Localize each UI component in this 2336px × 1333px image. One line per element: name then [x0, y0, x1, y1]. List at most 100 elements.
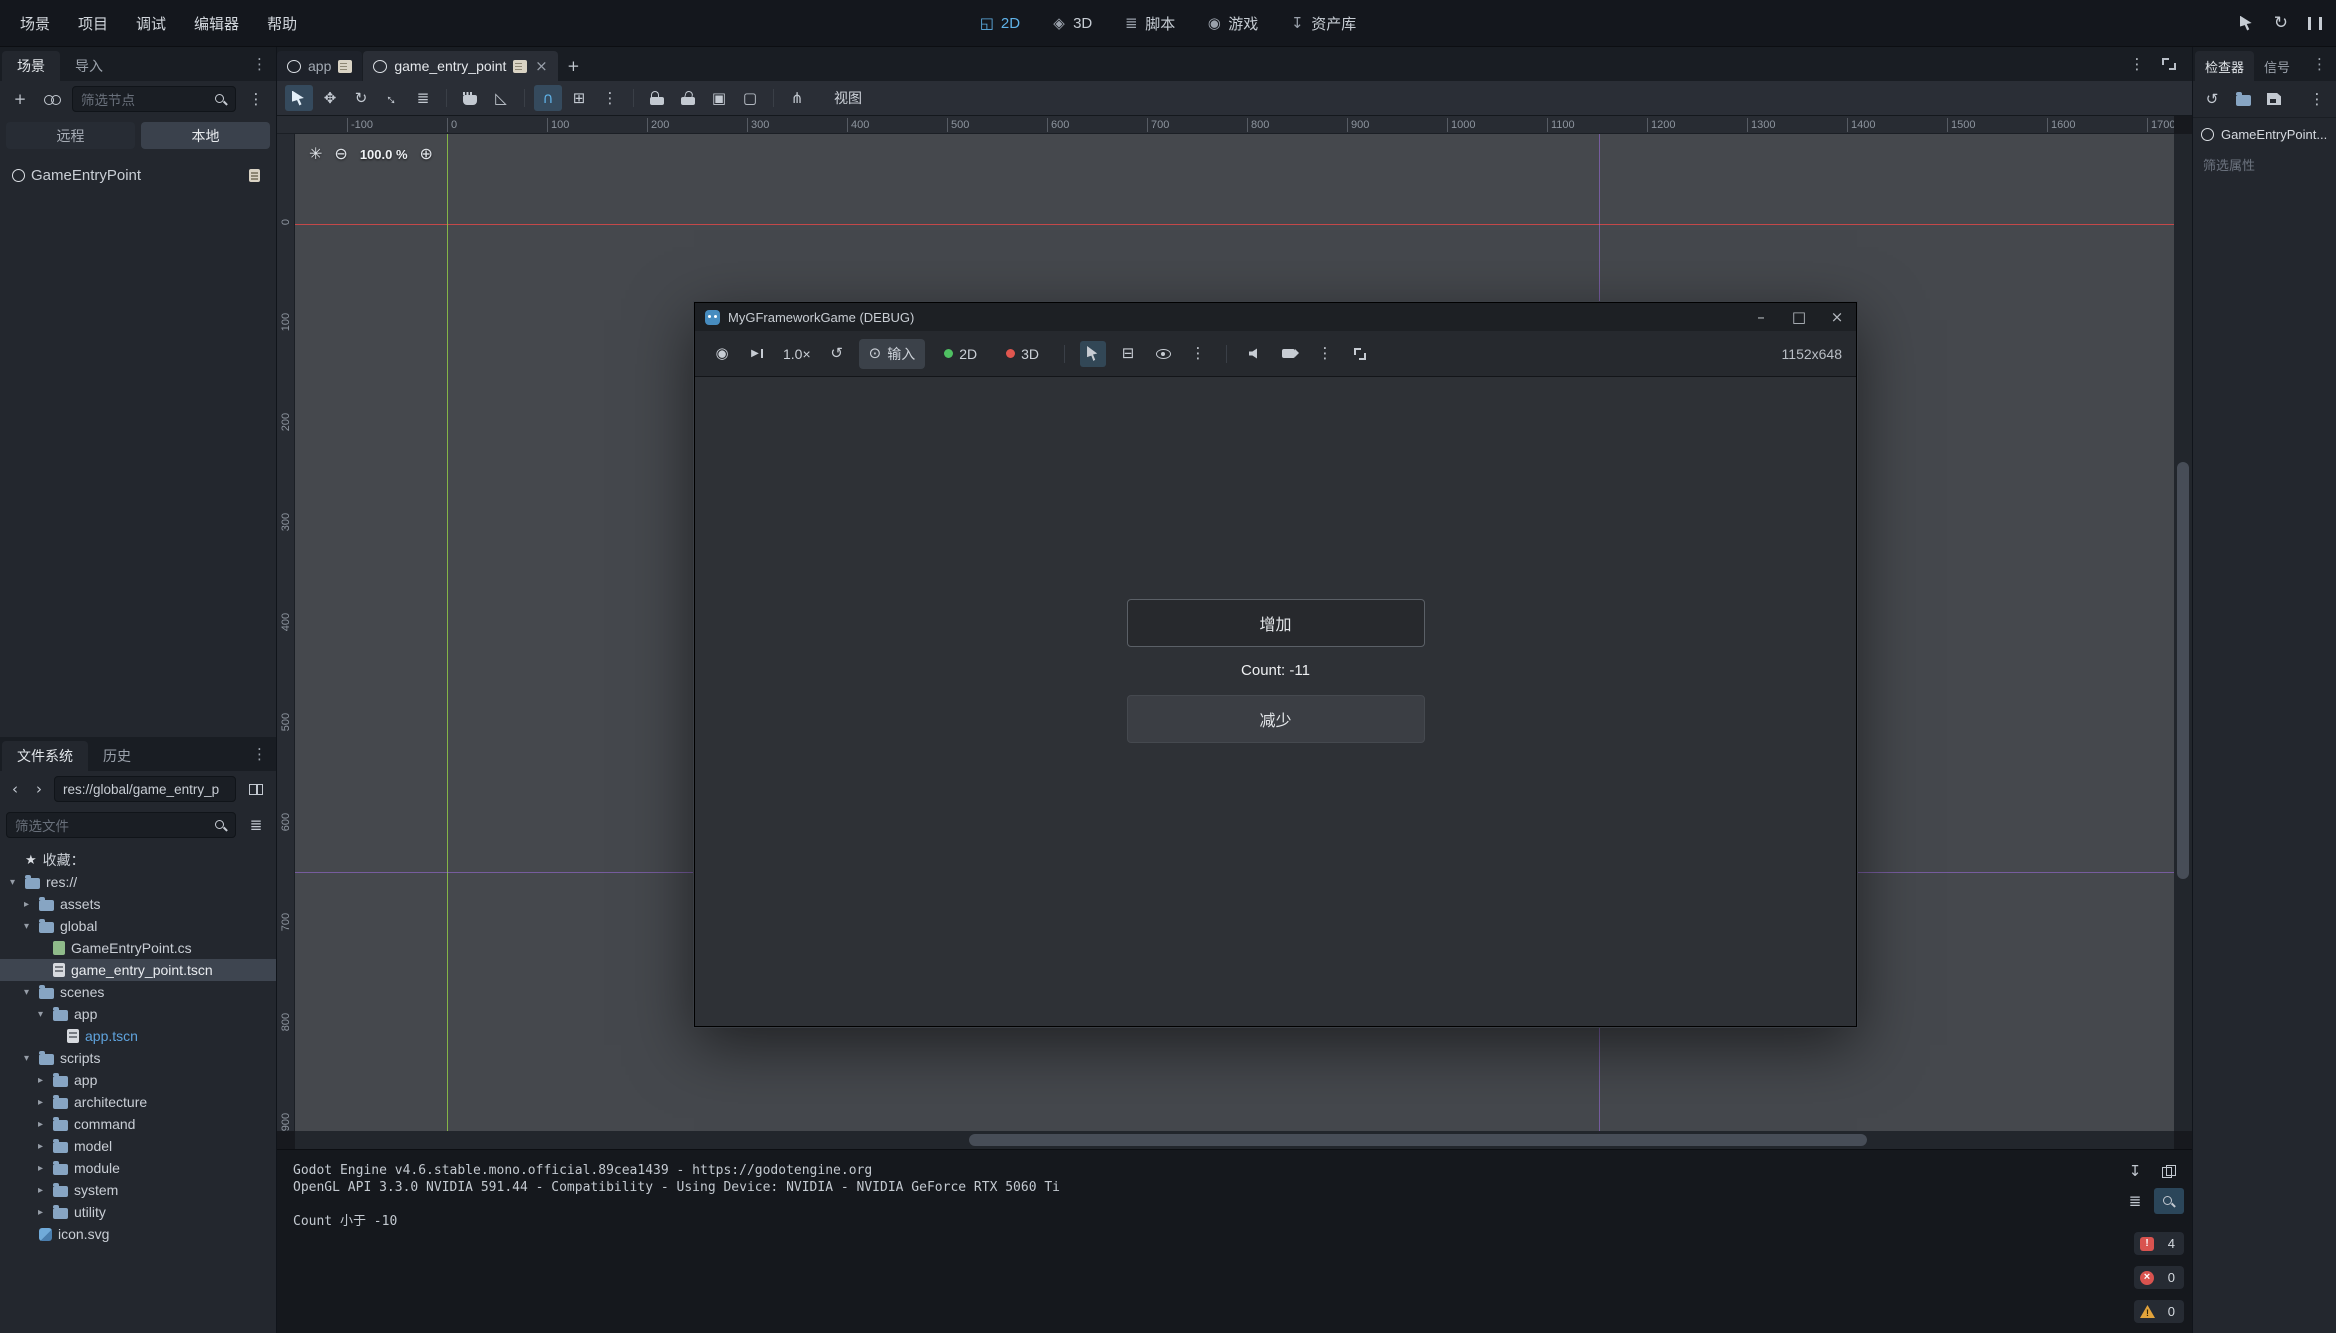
close-icon[interactable]: ×	[534, 59, 548, 74]
file-tree-item[interactable]: ▸model	[0, 1135, 276, 1157]
workspace-button[interactable]: ≣脚本	[1113, 8, 1186, 39]
group-button[interactable]: ▣	[705, 85, 733, 111]
tree-expand-arrow[interactable]: ▾	[20, 921, 33, 932]
history-button[interactable]: ↺	[2198, 86, 2226, 112]
tree-expand-arrow[interactable]: ▸	[34, 1185, 47, 1196]
rotate-tool-button[interactable]: ↻	[347, 85, 375, 111]
minimize-button[interactable]: –	[1742, 303, 1780, 331]
playback-speed[interactable]: 1.0×	[779, 346, 815, 362]
scene-tab[interactable]: app	[277, 51, 362, 81]
tree-expand-arrow[interactable]: ▾	[6, 877, 19, 888]
input-mode-button[interactable]: ⊙输入	[859, 339, 926, 369]
workspace-button[interactable]: ↧资产库	[1279, 8, 1367, 39]
scene-dock-options-button[interactable]: ⋮	[243, 56, 276, 72]
inspector-node-row[interactable]: GameEntryPoint...	[2193, 118, 2336, 151]
inspector-tab[interactable]: 检查器	[2195, 51, 2254, 81]
tree-expand-arrow[interactable]: ▸	[34, 1207, 47, 1218]
workspace-button[interactable]: ◈3D	[1041, 10, 1103, 37]
debugger-badge[interactable]: 0	[2134, 1300, 2184, 1323]
scene-dock-menu-button[interactable]: ⋮	[242, 86, 270, 112]
view-menu-button[interactable]: 视图	[824, 85, 872, 111]
file-tree-item[interactable]: ★收藏：	[0, 849, 276, 871]
game-select-options-button[interactable]: ⋮	[1185, 341, 1211, 367]
remote-button[interactable]: 远程	[6, 122, 135, 149]
inspector-filter[interactable]: 筛选属性	[2193, 151, 2336, 178]
fs-path-field[interactable]: res://global/game_entry_p	[54, 776, 236, 802]
fs-filter-input[interactable]: 筛选文件	[6, 812, 236, 838]
menubar-menu[interactable]: 项目	[64, 7, 122, 40]
debugger-badge[interactable]: 0	[2134, 1266, 2184, 1289]
filesystem-dock-tab[interactable]: 文件系统	[2, 741, 88, 771]
zoom-out-icon[interactable]: ⊖	[334, 146, 347, 162]
pan-button[interactable]	[456, 85, 484, 111]
add-node-button[interactable]: +	[6, 86, 34, 112]
script-icon[interactable]	[249, 169, 260, 182]
local-button[interactable]: 本地	[141, 122, 270, 149]
menubar-menu[interactable]: 编辑器	[180, 7, 253, 40]
game-focus-button[interactable]	[2240, 16, 2254, 31]
close-button[interactable]: ×	[1818, 303, 1856, 331]
game-audio-button[interactable]	[1242, 341, 1268, 367]
restart-button[interactable]: ↻	[2274, 15, 2288, 32]
file-tree-item[interactable]: ▸assets	[0, 893, 276, 915]
file-tree-item[interactable]: game_entry_point.tscn	[0, 959, 276, 981]
debug-options-button[interactable]: ◉	[709, 341, 735, 367]
filesystem-dock-options-button[interactable]: ⋮	[243, 746, 276, 762]
vertical-scrollbar[interactable]	[2174, 134, 2192, 1131]
file-tree-item[interactable]: ▾scripts	[0, 1047, 276, 1069]
reset-speed-button[interactable]: ↺	[824, 341, 850, 367]
tree-expand-arrow[interactable]: ▸	[34, 1119, 47, 1130]
tree-expand-arrow[interactable]: ▸	[34, 1163, 47, 1174]
search-output-button[interactable]	[2154, 1188, 2184, 1214]
scene-tree-root-node[interactable]: GameEntryPoint	[0, 162, 276, 189]
file-tree-item[interactable]: GameEntryPoint.cs	[0, 937, 276, 959]
scene-dock-tab[interactable]: 场景	[2, 51, 60, 81]
lock-button[interactable]	[643, 85, 671, 111]
scene-tab[interactable]: game_entry_point×	[363, 51, 558, 81]
zoom-in-icon[interactable]: ⊕	[420, 146, 433, 162]
canvas-2d[interactable]: ✳ ⊖ 100.0 % ⊕ MyGFrameworkGame (DEBUG) –…	[295, 134, 2174, 1131]
tree-expand-arrow[interactable]: ▸	[34, 1075, 47, 1086]
dots-menu-button[interactable]: ⋮	[2124, 52, 2150, 76]
grid-snap-button[interactable]: ⊞	[565, 85, 593, 111]
tree-expand-arrow[interactable]: ▸	[34, 1141, 47, 1152]
menubar-menu[interactable]: 场景	[6, 7, 64, 40]
game-fullscreen-button[interactable]	[1347, 341, 1373, 367]
fs-sort-button[interactable]: ≣	[242, 812, 270, 838]
snap-options-button[interactable]: ⋮	[596, 85, 624, 111]
inspector-tab[interactable]: 信号	[2254, 51, 2300, 81]
file-tree-item[interactable]: ▾scenes	[0, 981, 276, 1003]
mode-2d-button[interactable]: 2D	[934, 341, 987, 367]
horizontal-scrollbar[interactable]	[295, 1131, 2174, 1149]
horizontal-scrollbar-thumb[interactable]	[969, 1134, 1867, 1146]
new-scene-tab-button[interactable]: +	[559, 53, 587, 79]
move-tool-button[interactable]: ✥	[316, 85, 344, 111]
expand-button[interactable]	[2156, 52, 2182, 76]
debugger-badge[interactable]: 4	[2134, 1232, 2184, 1255]
viewport-options-icon[interactable]: ✳	[309, 146, 322, 162]
fs-forward-button[interactable]: ›	[30, 776, 48, 802]
tree-expand-arrow[interactable]: ▸	[20, 899, 33, 910]
file-tree-item[interactable]: ▸utility	[0, 1201, 276, 1223]
scroll-bottom-button[interactable]: ↧	[2120, 1158, 2150, 1184]
workspace-button[interactable]: ◉游戏	[1196, 8, 1269, 39]
file-tree-item[interactable]: ▸architecture	[0, 1091, 276, 1113]
game-camera-options-button[interactable]: ⋮	[1312, 341, 1338, 367]
smart-snap-button[interactable]: ∩	[534, 85, 562, 111]
tree-expand-arrow[interactable]: ▸	[34, 1097, 47, 1108]
vertical-scrollbar-thumb[interactable]	[2177, 462, 2189, 879]
scene-dock-tab[interactable]: 导入	[60, 51, 118, 81]
scene-filter-input[interactable]: 筛选节点	[72, 86, 236, 112]
menubar-menu[interactable]: 帮助	[253, 7, 311, 40]
decrease-button[interactable]: 减少	[1127, 695, 1425, 743]
fs-back-button[interactable]: ‹	[6, 776, 24, 802]
scale-tool-button[interactable]	[378, 85, 406, 111]
filesystem-dock-tab[interactable]: 历史	[88, 741, 146, 771]
workspace-button[interactable]: ◱2D	[969, 10, 1031, 37]
file-tree-item[interactable]: ▾global	[0, 915, 276, 937]
file-tree-item[interactable]: ▾app	[0, 1003, 276, 1025]
file-tree-item[interactable]: icon.svg	[0, 1223, 276, 1245]
maximize-button[interactable]: □	[1780, 303, 1818, 331]
tree-expand-arrow[interactable]: ▾	[20, 1053, 33, 1064]
file-tree-item[interactable]: ▾res://	[0, 871, 276, 893]
